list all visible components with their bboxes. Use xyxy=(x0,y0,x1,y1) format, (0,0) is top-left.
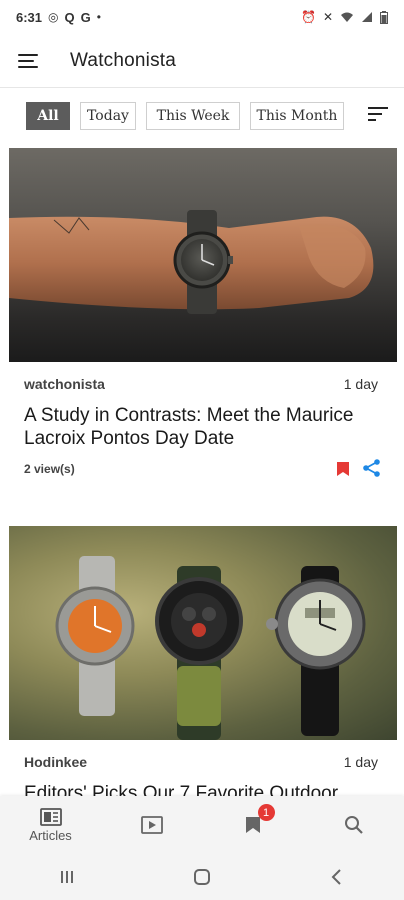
bookmark-count-badge: 1 xyxy=(257,804,275,821)
article-image[interactable] xyxy=(9,148,397,362)
article-time: 1 day xyxy=(343,754,378,770)
filter-row: All Today This Week This Month xyxy=(0,96,404,136)
status-time: 6:31 xyxy=(16,9,43,25)
google-icon: G xyxy=(80,9,91,25)
articles-icon xyxy=(39,807,62,826)
video-icon xyxy=(140,816,163,834)
bottom-nav: Articles 1 xyxy=(0,796,404,854)
signal-icon xyxy=(362,12,372,22)
app-bar: Watchonista xyxy=(0,34,404,88)
status-bar: 6:31 ◎ Q G • ⏰ ✕ xyxy=(0,0,404,34)
q-icon: Q xyxy=(64,9,75,25)
home-icon[interactable] xyxy=(172,857,232,897)
sort-icon[interactable] xyxy=(368,106,388,122)
system-nav xyxy=(0,854,404,900)
filter-chip-all[interactable]: All xyxy=(26,102,70,130)
menu-icon[interactable] xyxy=(18,52,42,70)
article-meta: Hodinkee 1 day xyxy=(24,754,378,770)
nav-bookmarks[interactable]: 1 xyxy=(218,800,288,850)
nav-articles-label: Articles xyxy=(29,827,72,843)
search-icon xyxy=(344,816,363,834)
article-source[interactable]: watchonista xyxy=(24,376,105,392)
article-source[interactable]: Hodinkee xyxy=(24,754,87,770)
mute-icon: ✕ xyxy=(322,10,333,24)
filter-chip-this-week[interactable]: This Week xyxy=(146,102,240,130)
article-image[interactable] xyxy=(9,526,397,740)
nav-articles[interactable]: Articles xyxy=(16,800,86,850)
article-views: 2 view(s) xyxy=(24,462,75,476)
alarm-icon: ⏰ xyxy=(300,10,316,24)
bookmark-icon xyxy=(245,817,260,833)
wifi-icon xyxy=(341,12,353,22)
nav-video[interactable] xyxy=(117,800,187,850)
bookmark-icon[interactable] xyxy=(336,461,350,477)
battery-icon xyxy=(380,10,388,24)
filter-chip-today[interactable]: Today xyxy=(80,102,136,130)
status-right: ⏰ ✕ xyxy=(301,10,388,24)
camera-icon: ◎ xyxy=(48,10,59,24)
filter-chip-this-month[interactable]: This Month xyxy=(250,102,344,130)
article-meta: watchonista 1 day xyxy=(24,376,378,392)
app-title: Watchonista xyxy=(70,49,177,71)
three-watches-illustration xyxy=(55,556,366,740)
dot-icon: • xyxy=(96,10,101,24)
article-time: 1 day xyxy=(343,376,378,392)
share-icon[interactable] xyxy=(362,458,382,478)
status-left: 6:31 ◎ Q G • xyxy=(16,10,101,25)
wrist-watch-illustration xyxy=(9,210,374,314)
back-icon[interactable] xyxy=(307,857,367,897)
article-title[interactable]: A Study in Contrasts: Meet the Maurice L… xyxy=(24,404,374,450)
nav-search[interactable] xyxy=(319,800,389,850)
recents-icon[interactable] xyxy=(37,857,97,897)
